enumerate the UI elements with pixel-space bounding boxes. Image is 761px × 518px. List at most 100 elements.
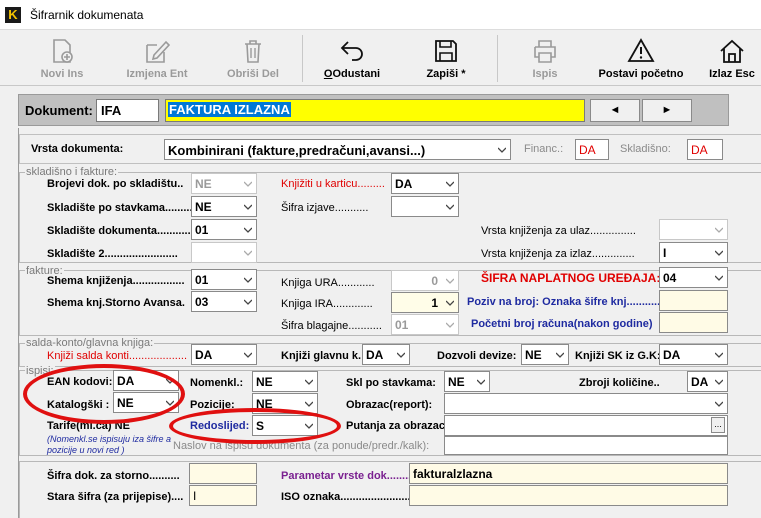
app-logo-icon: K bbox=[5, 7, 21, 23]
knjizi-gk-select[interactable]: DA bbox=[362, 344, 410, 365]
previous-record-button[interactable]: ◄ bbox=[590, 99, 640, 122]
title-bar: K Šifrarnik dokumenata bbox=[0, 0, 761, 30]
toolbar-separator bbox=[497, 35, 498, 82]
vrsta-izlaz-select[interactable]: I bbox=[659, 242, 728, 263]
naplatnog-select[interactable]: 04 bbox=[659, 267, 728, 288]
izmjena-ent-button[interactable]: Izmjena Ent bbox=[117, 31, 197, 86]
undo-arrow-icon bbox=[340, 41, 363, 61]
vrsta-value: Kombinirani (fakture,predračuni,avansi..… bbox=[168, 143, 426, 158]
vrsta-ulaz-select[interactable] bbox=[659, 219, 728, 240]
vrsta-dokumenta-select[interactable]: Kombinirani (fakture,predračuni,avansi..… bbox=[164, 139, 511, 160]
iso-oznaka-label: ISO oznaka........................... bbox=[281, 491, 423, 503]
document-label: Dokument: bbox=[25, 103, 93, 118]
annotation-ellipse bbox=[169, 408, 341, 444]
pocetni-broj-field[interactable] bbox=[659, 312, 728, 333]
zbroji-select[interactable]: DA bbox=[687, 371, 728, 392]
knjiga-ura-value: 0 bbox=[431, 274, 438, 288]
chevron-down-icon bbox=[397, 352, 405, 358]
storno-avansa-select[interactable]: 03 bbox=[191, 291, 257, 312]
dokumenta-label: Skladište dokumenta........... bbox=[47, 225, 191, 237]
next-record-button[interactable]: ► bbox=[642, 99, 692, 122]
chevron-down-icon bbox=[244, 277, 252, 283]
ispis-label: Ispis bbox=[532, 68, 558, 80]
postavi-pocetno-button[interactable]: Postavi početno bbox=[595, 31, 687, 86]
window-title: Šifrarnik dokumenata bbox=[30, 8, 144, 22]
document-name-input[interactable]: FAKTURA IZLAZNA bbox=[165, 99, 585, 122]
knjiga-ura-label: Knjiga URA............ bbox=[281, 277, 375, 289]
knjizi-salda-select[interactable]: DA bbox=[191, 344, 257, 365]
skladiste2-label: Skladište 2........................ bbox=[47, 248, 178, 260]
storno-label: Šifra dok. za storno.......... bbox=[47, 470, 180, 482]
putanja-field[interactable] bbox=[444, 415, 728, 436]
browse-button[interactable]: ... bbox=[711, 417, 725, 433]
knjizi-gk-value: DA bbox=[366, 348, 384, 362]
knjiga-ira-select[interactable]: 1 bbox=[391, 292, 459, 313]
chevron-down-icon bbox=[715, 379, 723, 385]
vrsta-label: Vrsta dokumenta: bbox=[31, 143, 124, 155]
chevron-down-icon bbox=[715, 401, 723, 407]
stara-sifra-field[interactable]: I bbox=[189, 485, 257, 506]
knjiziti-value: DA bbox=[395, 177, 413, 191]
skladisno-field[interactable]: DA bbox=[687, 139, 723, 160]
chevron-down-icon bbox=[244, 181, 252, 187]
skl-stavkama-select[interactable]: NE bbox=[444, 371, 490, 392]
izlaz-esc-label: Izlaz Esc bbox=[709, 68, 755, 80]
document-code-input[interactable]: IFA bbox=[96, 99, 159, 122]
chevron-down-icon bbox=[446, 300, 454, 306]
pocetni-broj-label: Početni broj računa(nakon godine) bbox=[471, 318, 653, 330]
blagajne-label: Šifra blagajne........... bbox=[281, 320, 382, 332]
dozvoli-devize-label: Dozvoli devize: bbox=[437, 350, 517, 362]
parametar-field[interactable]: fakturalzlazna bbox=[409, 463, 728, 484]
novi-ins-button[interactable]: Novi Ins bbox=[22, 31, 102, 86]
chevron-down-icon bbox=[446, 204, 454, 210]
izlaz-esc-button[interactable]: Izlaz Esc bbox=[697, 31, 761, 86]
sifra-izjave-label: Šifra izjave........... bbox=[281, 202, 369, 214]
blagajne-select[interactable]: 01 bbox=[391, 314, 459, 335]
knjizi-sk-select[interactable]: DA bbox=[659, 344, 728, 365]
knjizi-sk-label: Knjiži SK iz G.K: bbox=[575, 350, 661, 362]
shema-select[interactable]: 01 bbox=[191, 269, 257, 290]
brojevi-select[interactable]: NE bbox=[191, 173, 257, 194]
chevron-down-icon bbox=[715, 250, 723, 256]
obrisi-del-button[interactable]: Obriši Del bbox=[213, 31, 293, 86]
zbroji-label: Zbroji količine.. bbox=[579, 377, 660, 389]
storno-field[interactable] bbox=[189, 463, 257, 484]
skl-stavkama-value: NE bbox=[448, 375, 465, 389]
nomenkl-select[interactable]: NE bbox=[252, 371, 318, 392]
putanja-label: Putanja za obrazac bbox=[346, 420, 446, 432]
chevron-down-icon bbox=[446, 322, 454, 328]
zbroji-value: DA bbox=[691, 375, 709, 389]
zapisi-label: Zapiši * bbox=[426, 68, 466, 80]
stavkama-label: Skladište po stavkama......... bbox=[47, 202, 193, 214]
knjiziti-select[interactable]: DA bbox=[391, 173, 459, 194]
skladiste2-select[interactable] bbox=[191, 242, 257, 263]
odustani-label: OOdustani bbox=[323, 68, 381, 80]
izmjena-ent-label: Izmjena Ent bbox=[126, 68, 188, 80]
obrazac-label: Obrazac(report): bbox=[346, 399, 433, 411]
document-name-text: FAKTURA IZLAZNA bbox=[168, 102, 291, 117]
dozvoli-devize-select[interactable]: NE bbox=[521, 344, 569, 365]
zapisi-button[interactable]: Zapiši * bbox=[406, 31, 486, 86]
odustani-button[interactable]: OOdustani bbox=[312, 31, 392, 86]
stavkama-select[interactable]: NE bbox=[191, 196, 257, 217]
iso-oznaka-field[interactable] bbox=[409, 485, 728, 506]
vrsta-ulaz-label: Vrsta knjiženja za ulaz............... bbox=[481, 225, 636, 237]
dokumenta-value: 01 bbox=[195, 223, 209, 237]
naslov-field[interactable] bbox=[444, 436, 728, 455]
chevron-down-icon bbox=[244, 250, 252, 256]
chevron-down-icon bbox=[477, 379, 485, 385]
nomenkl-value: NE bbox=[256, 375, 273, 389]
printer-icon bbox=[534, 40, 556, 63]
dokumenta-select[interactable]: 01 bbox=[191, 219, 257, 240]
annotation-ellipse bbox=[23, 364, 185, 424]
financ-field[interactable]: DA bbox=[575, 139, 609, 160]
stavkama-value: NE bbox=[195, 200, 212, 214]
ispis-button[interactable]: Ispis bbox=[505, 31, 585, 86]
poziv-field[interactable] bbox=[659, 290, 728, 311]
vrsta-izlaz-label: Vrsta knjiženja za izlaz.............. bbox=[481, 248, 635, 260]
knjiga-ura-select[interactable]: 0 bbox=[391, 270, 459, 291]
knjiziti-label: Knjižiti u karticu......... bbox=[281, 178, 385, 190]
obrisi-del-label: Obriši Del bbox=[227, 68, 279, 80]
obrazac-select[interactable] bbox=[444, 393, 728, 414]
sifra-izjave-select[interactable] bbox=[391, 196, 459, 217]
